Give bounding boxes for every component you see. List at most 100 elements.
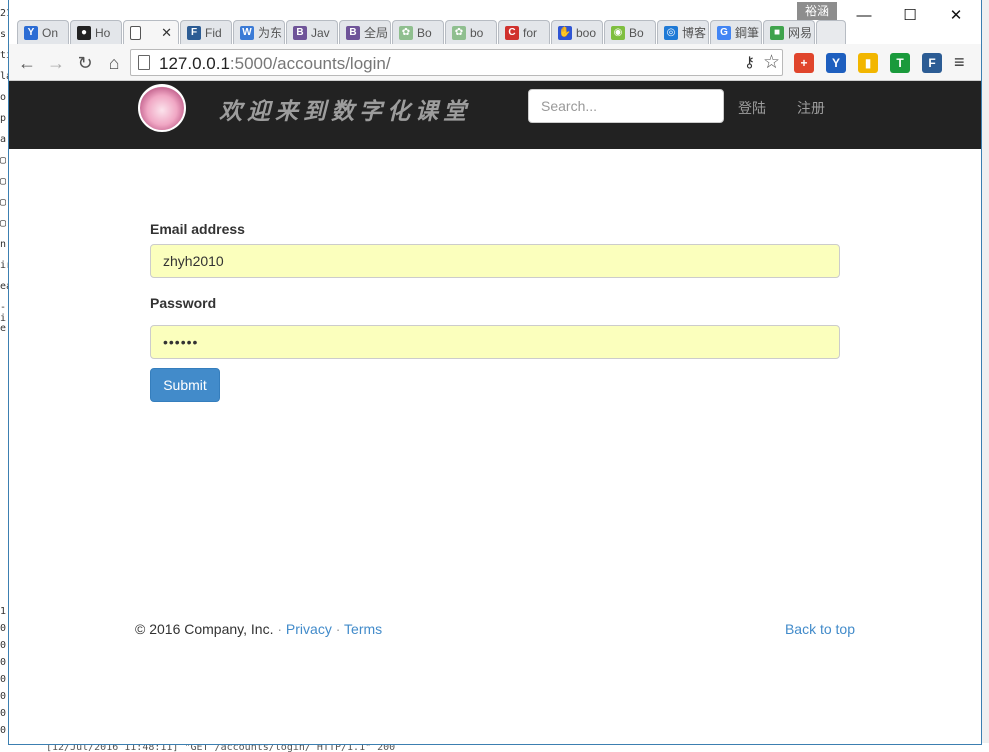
email-field[interactable]: zhyh2010 [150,244,840,278]
footer-separator: · [277,621,283,637]
tab-label: boo [576,25,597,40]
browser-tab[interactable]: Y On [17,20,69,44]
tab-label: 全局 [364,26,389,40]
title-bar: Y On ● Ho ✕ F Fid W 为东 B Jav B 全局 ✿ Bo ✿ bo Cfor ✋ boo ◉ Bo ◎ 博… [9,0,981,44]
background-text: e [0,323,7,334]
tab-favicon-icon: C [505,25,519,40]
browser-tab[interactable]: ✋ boo [551,20,603,44]
background-text: n [0,239,7,250]
page-footer: © 2016 Company, Inc. · Privacy · Terms B… [135,621,855,637]
tab-label: for [523,25,538,40]
tab-favicon-icon: F [187,25,201,40]
tab-label: Fid [205,25,222,40]
submit-button[interactable]: Submit [150,368,220,402]
tab-favicon-icon: Y [24,25,38,40]
background-text: 1 [0,606,7,617]
tab-label: Bo [417,25,432,40]
browser-tab[interactable]: Cfor [498,20,550,44]
menu-icon[interactable]: ≡ [954,52,965,73]
web-page: 欢迎来到数字化课堂 登陆 注册 Email address zhyh2010 P… [9,81,981,744]
tab-favicon-icon: W [240,25,254,40]
browser-window: Y On ● Ho ✕ F Fid W 为东 B Jav B 全局 ✿ Bo ✿ bo Cfor ✋ boo ◉ Bo ◎ 博… [8,0,982,745]
tab-label: Ho [95,25,111,40]
user-profile-badge[interactable]: 裕涵 [797,2,837,20]
browser-tab[interactable]: G 鋼筆 [710,20,762,44]
background-text: o [0,92,7,103]
extension-icon[interactable]: F [922,53,942,73]
background-text: p [0,113,7,124]
page-icon [138,55,150,70]
home-icon[interactable]: ⌂ [103,52,125,74]
tab-label: 博客 [682,26,707,40]
nav-login-link[interactable]: 登陆 [738,98,766,118]
minimize-button[interactable]: — [841,0,887,30]
avatar[interactable] [138,84,186,132]
browser-tab[interactable]: B 全局 [339,20,391,44]
key-icon[interactable]: ⚷ [744,53,755,71]
url-path: :5000/accounts/login/ [229,54,391,73]
tab-favicon-icon: ✿ [452,25,466,40]
maximize-button[interactable]: ☐ [887,0,933,30]
background-text: ▢ [0,176,7,187]
page-icon [130,25,141,40]
password-label: Password [150,295,217,311]
tab-favicon-icon: G [717,25,731,40]
tab-label: On [42,25,59,40]
tab-strip: Y On ● Ho ✕ F Fid W 为东 B Jav B 全局 ✿ Bo ✿ bo Cfor ✋ boo ◉ Bo ◎ 博… [17,20,847,44]
extension-icon[interactable]: T [890,53,910,73]
tab-favicon-icon: ◎ [664,25,678,40]
back-icon[interactable]: ← [16,52,38,74]
tab-label: Bo [629,25,644,40]
browser-tab[interactable]: ✿ Bo [392,20,444,44]
tab-label: 网易 [788,26,813,40]
browser-toolbar: ← → ↻ ⌂ 127.0.0.1:5000/accounts/login/ ⚷… [9,44,981,81]
browser-tab[interactable]: ✕ [123,20,179,44]
close-tab-icon[interactable]: ✕ [161,25,172,41]
tab-label: bo [470,25,484,40]
search-input[interactable] [528,89,724,123]
terms-link[interactable]: Terms [344,621,382,637]
site-navbar: 欢迎来到数字化课堂 登陆 注册 [9,81,981,149]
tab-favicon-icon: ● [77,25,91,40]
background-text: s [0,29,7,40]
privacy-link[interactable]: Privacy [286,621,332,637]
browser-tab[interactable]: ● Ho [70,20,122,44]
tab-favicon-icon: B [346,25,360,40]
tab-favicon-icon: ✋ [558,25,572,40]
tab-favicon-icon: ✿ [399,25,413,40]
background-text: ▢ [0,218,7,229]
background-text: ▢ [0,155,7,166]
browser-tab[interactable]: ◉ Bo [604,20,656,44]
extension-icon[interactable]: ▮ [858,53,878,73]
tab-label: 为东 [258,26,283,40]
background-text: a [0,134,7,145]
url-text[interactable]: 127.0.0.1:5000/accounts/login/ [159,54,391,74]
bookmark-star-icon[interactable]: ☆ [763,51,780,74]
nav-register-link[interactable]: 注册 [797,98,825,118]
tab-label: 鋼筆 [735,26,760,40]
browser-tab[interactable]: ◎ 博客 [657,20,709,44]
tab-favicon-icon: ■ [770,25,784,40]
tab-favicon-icon: B [293,25,307,40]
browser-tab[interactable]: ✿ bo [445,20,497,44]
browser-tab[interactable]: W 为东 [233,20,285,44]
tab-favicon-icon: ◉ [611,25,625,40]
extension-icon[interactable]: + [794,53,814,73]
browser-tab[interactable]: B Jav [286,20,338,44]
reload-icon[interactable]: ↻ [74,52,96,74]
background-text: ▢ [0,197,7,208]
browser-tab[interactable]: ■ 网易 [763,20,815,44]
close-window-button[interactable]: ✕ [933,0,979,30]
email-label: Email address [150,221,245,237]
copyright-text: © 2016 Company, Inc. [135,621,274,637]
back-to-top-link[interactable]: Back to top [785,621,855,637]
site-brand[interactable]: 欢迎来到数字化课堂 [219,92,471,126]
url-host: 127.0.0.1 [159,54,230,73]
login-form: Email address zhyh2010 Password •••••• S… [150,221,840,402]
extension-icon[interactable]: Y [826,53,846,73]
address-bar[interactable]: 127.0.0.1:5000/accounts/login/ ⚷ ☆ [130,49,783,76]
password-field[interactable]: •••••• [150,325,840,359]
forward-icon[interactable]: → [45,52,67,74]
tab-label: Jav [311,25,330,40]
browser-tab[interactable]: F Fid [180,20,232,44]
